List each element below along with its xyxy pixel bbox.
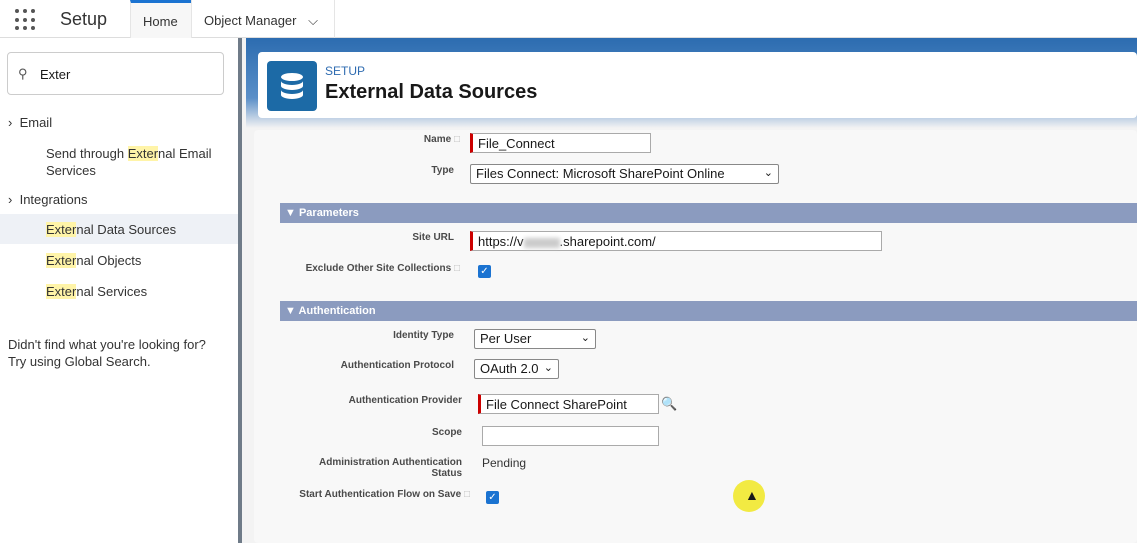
app-launcher-icon[interactable] (15, 9, 37, 31)
lookup-icon[interactable]: 🔍 (661, 396, 677, 412)
protocol-select[interactable]: OAuth 2.0 ⌄ (474, 359, 559, 379)
exclude-checkbox[interactable]: ✓ (478, 265, 491, 278)
group-email[interactable]: › Email (8, 115, 52, 130)
database-icon (267, 61, 317, 111)
search-value: Exter (40, 67, 71, 82)
site-url-label: Site URL (412, 232, 454, 243)
page-header: SETUP External Data Sources (258, 52, 1137, 118)
scope-label: Scope (431, 427, 462, 438)
tab-object-manager[interactable]: Object Manager ⌵ (191, 0, 335, 38)
parameters-section-header[interactable]: ▼ Parameters (280, 203, 1137, 223)
help-text: Didn't find what you're looking for? Try … (8, 337, 206, 370)
breadcrumb[interactable]: SETUP (325, 64, 365, 78)
start-flow-checkbox[interactable]: ✓ (486, 491, 499, 504)
sidebar-item-external-services[interactable]: External Services (0, 283, 238, 300)
setup-sidebar: ⚲ Exter › Email Send through External Ema… (0, 38, 242, 543)
type-select[interactable]: Files Connect: Microsoft SharePoint Onli… (470, 164, 779, 184)
identity-type-select[interactable]: Per User ⌄ (474, 329, 596, 349)
type-label: Type (431, 165, 454, 176)
start-flow-label: Start Authentication Flow on Save □ (299, 489, 470, 500)
provider-input[interactable]: File Connect SharePoint (478, 394, 659, 414)
scope-input[interactable] (482, 426, 659, 446)
top-bar: Setup Home Object Manager ⌵ (0, 0, 1137, 38)
admin-status-label: Administration Authentication Status (319, 457, 462, 479)
group-label: Email (19, 115, 53, 130)
authentication-section-header[interactable]: ▼ Authentication (280, 301, 1137, 321)
exclude-label: Exclude Other Site Collections □ (305, 263, 460, 274)
name-input[interactable]: File_Connect (470, 133, 651, 153)
identity-type-label: Identity Type (393, 330, 454, 341)
provider-label: Authentication Provider (348, 395, 462, 406)
help-icon: □ (453, 134, 460, 145)
chevron-down-icon: ⌄ (763, 167, 773, 179)
sidebar-item-send-through-external-email[interactable]: Send through External Email Services (0, 145, 220, 179)
sidebar-item-external-data-sources[interactable]: External Data Sources (0, 214, 238, 244)
app-name: Setup (60, 9, 108, 29)
quick-find-input[interactable]: ⚲ Exter (7, 52, 224, 95)
admin-status-value: Pending (482, 456, 527, 470)
tab-home[interactable]: Home (130, 0, 191, 38)
global-search-link[interactable]: Try using Global Search. (8, 353, 206, 370)
site-url-input[interactable]: https://v .sharepoint.com/ (470, 231, 882, 251)
tab-label: Object Manager (204, 13, 297, 28)
search-icon: ⚲ (18, 66, 28, 81)
chevron-icon: › (8, 192, 13, 207)
sidebar-item-external-objects[interactable]: External Objects (0, 252, 238, 269)
chevron-down-icon[interactable]: ⌵ (308, 13, 318, 28)
protocol-label: Authentication Protocol (340, 360, 454, 371)
mouse-pointer-icon: ▲ (745, 487, 759, 503)
page-title: External Data Sources (325, 81, 538, 103)
name-label: Name □ (423, 134, 460, 145)
chevron-icon: › (8, 115, 13, 130)
group-integrations[interactable]: › Integrations (8, 192, 88, 207)
group-label: Integrations (19, 192, 88, 207)
